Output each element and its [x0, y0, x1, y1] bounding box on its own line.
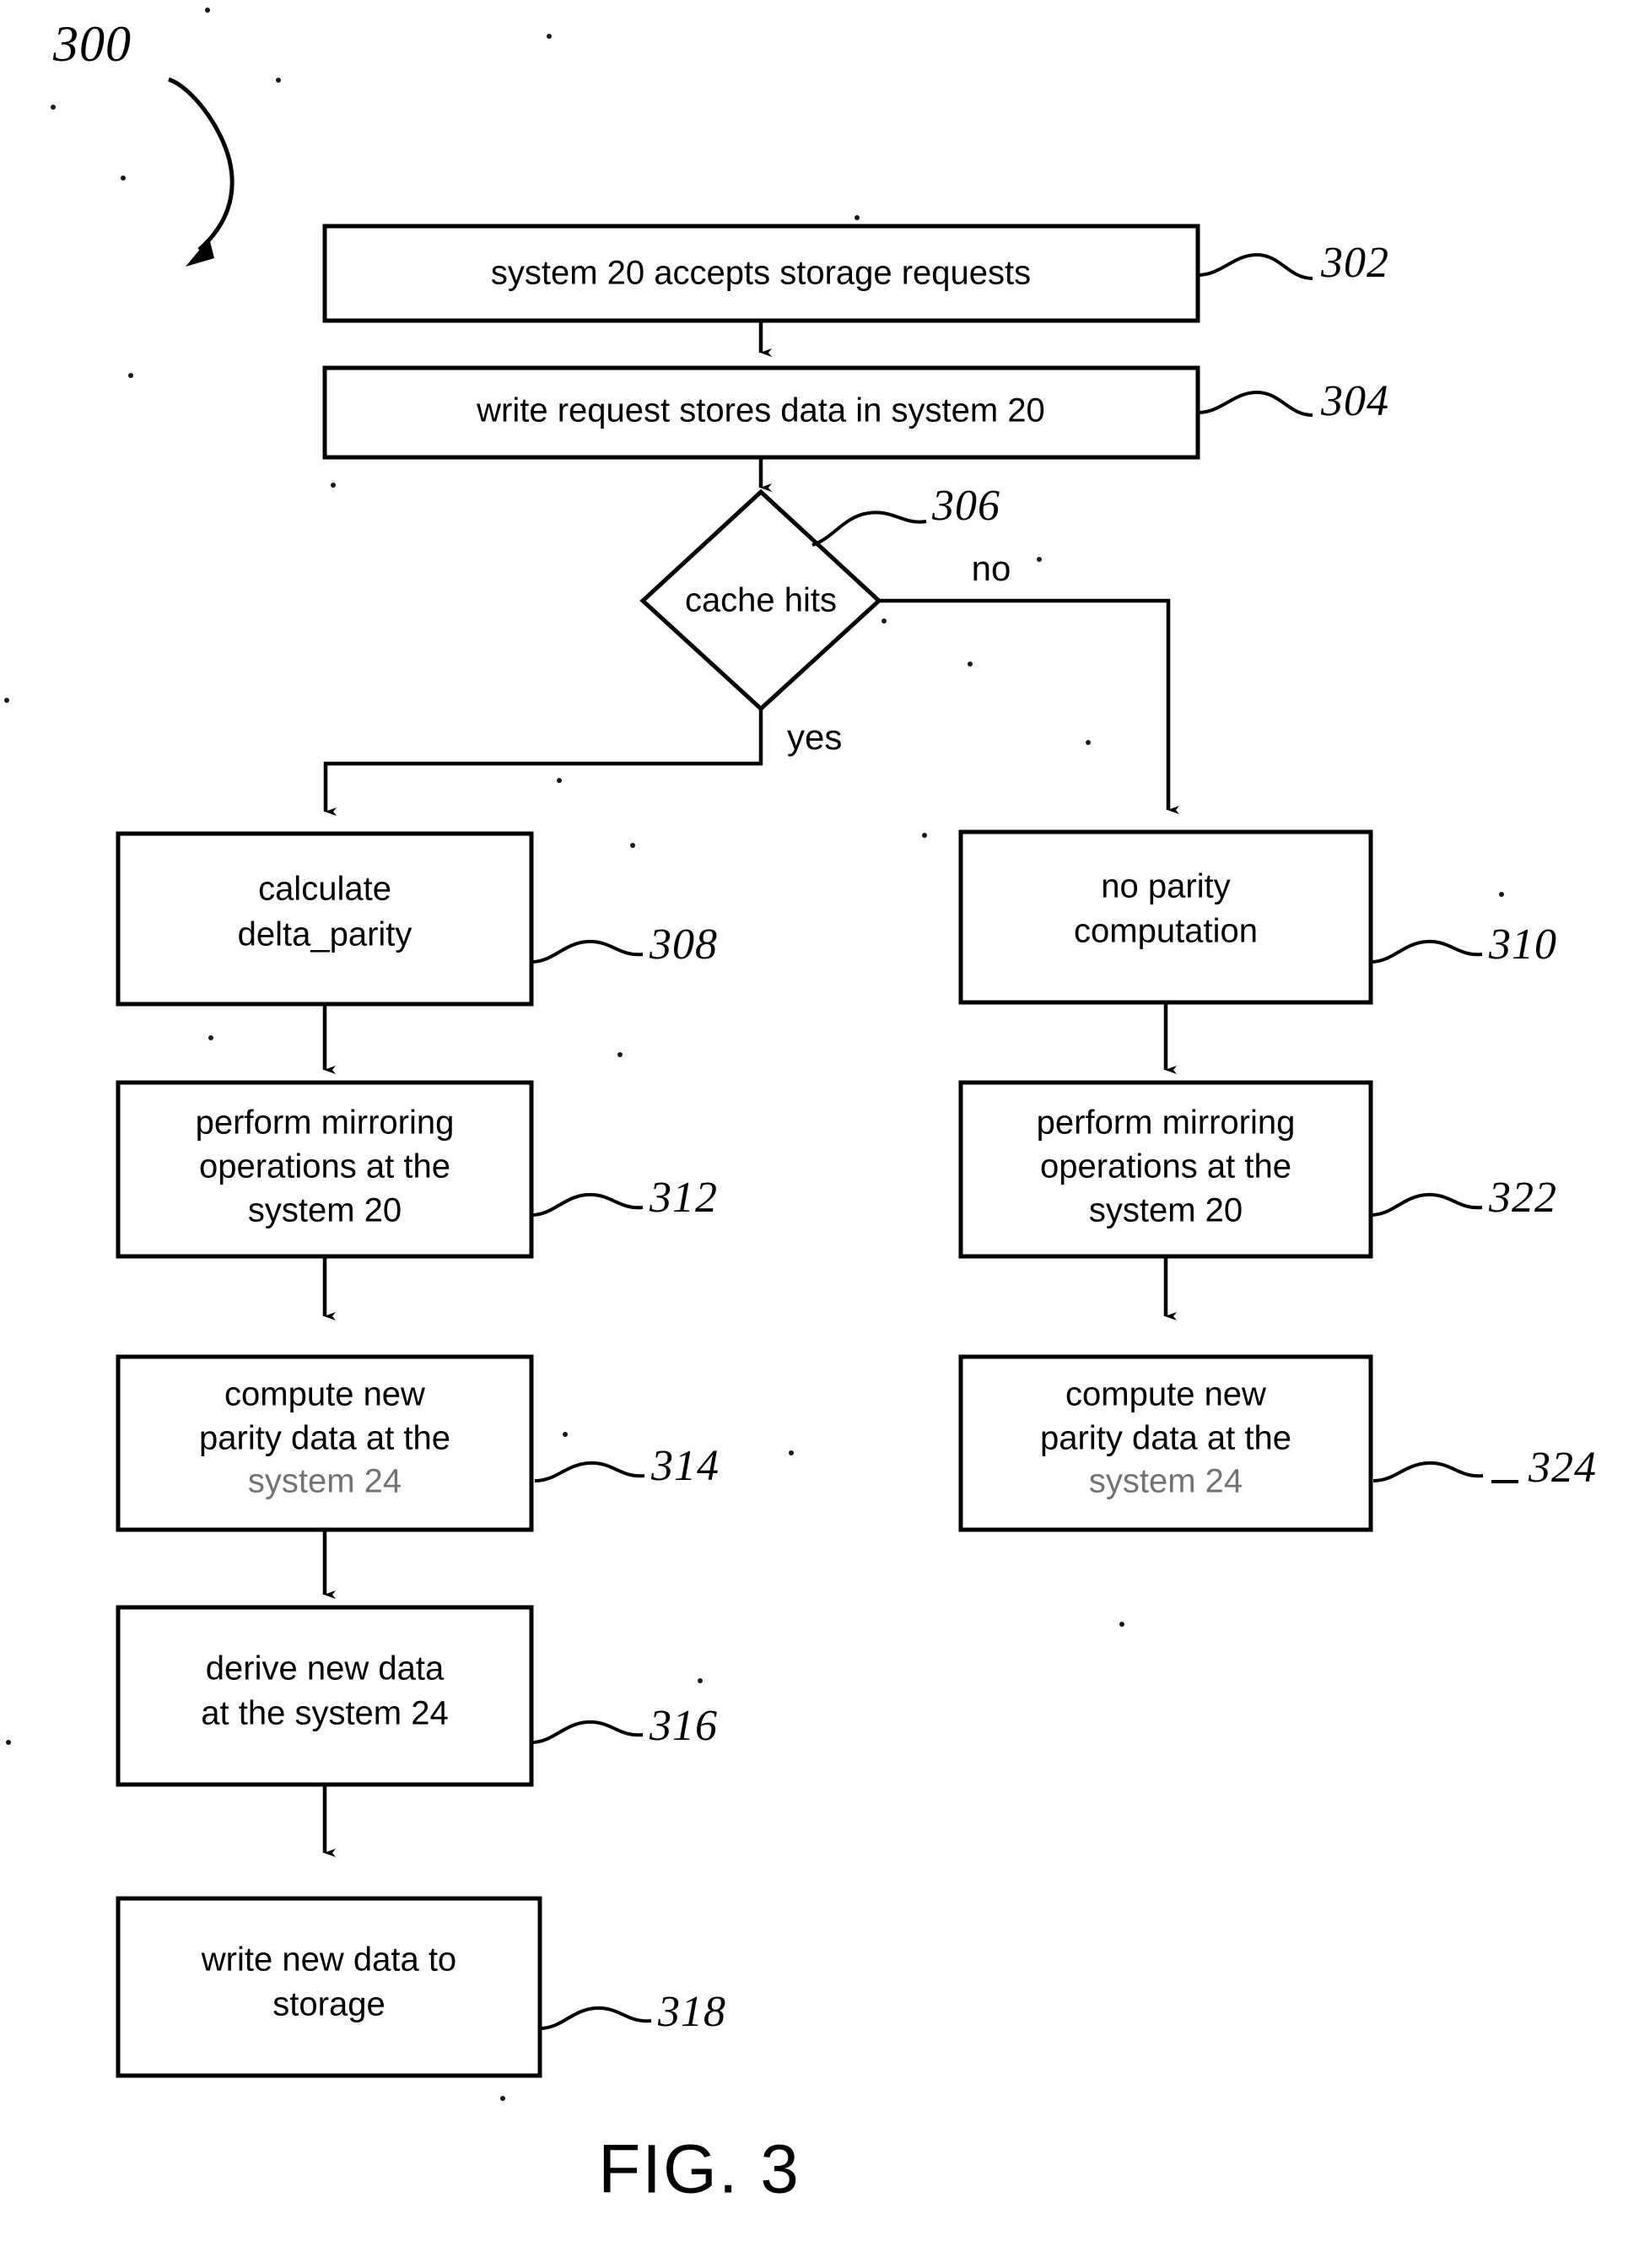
process-box-310: no parity computation	[958, 829, 1373, 1005]
ref-label-318: 318	[657, 1988, 726, 2036]
process-box-314-line-1: parity data at the	[199, 1420, 450, 1457]
ref-leader-318	[539, 2006, 652, 2030]
ref-label-312: 312	[649, 1174, 718, 1222]
patent-figure: 300 system 20 accepts storage requests 3…	[0, 0, 1639, 2268]
ref-leader-306	[811, 510, 927, 547]
process-box-302: system 20 accepts storage requests	[322, 224, 1200, 323]
process-box-314-line-0: compute new	[224, 1376, 425, 1413]
ref-label-310: 310	[1488, 921, 1557, 969]
ref-label-322: 322	[1488, 1174, 1557, 1222]
ref-leader-302	[1197, 252, 1313, 280]
process-box-324-line-2: system 24	[1089, 1463, 1243, 1500]
branch-no-label: no	[972, 548, 1011, 588]
figure-caption: FIG. 3	[598, 2131, 801, 2208]
figure-ref-300-label: 300	[52, 16, 132, 72]
process-box-316-line-1: at the system 24	[201, 1695, 448, 1732]
process-box-322: perform mirroring operations at the syst…	[958, 1080, 1373, 1259]
ref-label-314: 314	[650, 1442, 720, 1490]
process-box-308-line-0: calculate	[258, 871, 391, 908]
process-box-312-line-0: perform mirroring	[196, 1104, 455, 1142]
ref-label-316: 316	[649, 1702, 718, 1750]
process-box-316-line-0: derive new data	[206, 1650, 445, 1688]
process-box-310-line-0: no parity	[1101, 868, 1230, 905]
ref-leader-322	[1370, 1192, 1483, 1217]
process-box-314: compute new parity data at the system 24	[116, 1354, 534, 1532]
ref-leader-316	[531, 1720, 644, 1744]
ref-leader-304	[1197, 390, 1313, 417]
process-box-324-line-0: compute new	[1065, 1376, 1266, 1413]
ref-label-304: 304	[1320, 377, 1389, 425]
process-box-318: write new data to storage	[116, 1896, 542, 2078]
ref-label-306: 306	[931, 482, 1000, 530]
process-box-322-line-0: perform mirroring	[1037, 1104, 1296, 1142]
process-box-304: write request stores data in system 20	[322, 365, 1200, 460]
ref-leader-314	[534, 1461, 645, 1482]
ref-leader-324	[1372, 1461, 1518, 1483]
ref-label-308: 308	[649, 921, 718, 969]
process-box-324-line-1: parity data at the	[1040, 1420, 1291, 1457]
flowchart-canvas: 300 system 20 accepts storage requests 3…	[4, 8, 1597, 2208]
ref-leader-308	[531, 939, 644, 964]
process-box-314-line-2: system 24	[248, 1463, 402, 1500]
figure-ref-300-leader	[168, 77, 235, 267]
ref-label-324: 324	[1528, 1444, 1597, 1492]
process-box-312-line-2: system 20	[248, 1192, 402, 1229]
process-box-312: perform mirroring operations at the syst…	[116, 1080, 534, 1259]
ref-leader-310	[1370, 939, 1483, 964]
process-box-322-line-1: operations at the	[1040, 1148, 1291, 1185]
branch-yes-path	[323, 709, 763, 816]
decision-diamond-306-label: cache hits	[685, 582, 837, 619]
process-box-318-line-0: write new data to	[201, 1941, 456, 1979]
process-box-318-line-1: storage	[272, 1986, 385, 2023]
branch-no-path	[879, 598, 1179, 814]
ref-label-302: 302	[1320, 239, 1389, 287]
branch-yes-label: yes	[787, 717, 842, 757]
process-box-322-line-2: system 20	[1089, 1192, 1243, 1229]
process-box-304-line-0: write request stores data in system 20	[476, 392, 1045, 429]
process-box-324: compute new parity data at the system 24	[958, 1354, 1373, 1532]
ref-leader-312	[531, 1192, 644, 1217]
process-box-312-line-1: operations at the	[199, 1148, 450, 1185]
process-box-316: derive new data at the system 24	[116, 1605, 534, 1787]
process-box-308: calculate delta_parity	[116, 831, 534, 1007]
process-box-302-line-0: system 20 accepts storage requests	[491, 255, 1031, 292]
process-box-308-line-1: delta_parity	[238, 916, 412, 953]
process-box-310-line-1: computation	[1074, 913, 1258, 950]
